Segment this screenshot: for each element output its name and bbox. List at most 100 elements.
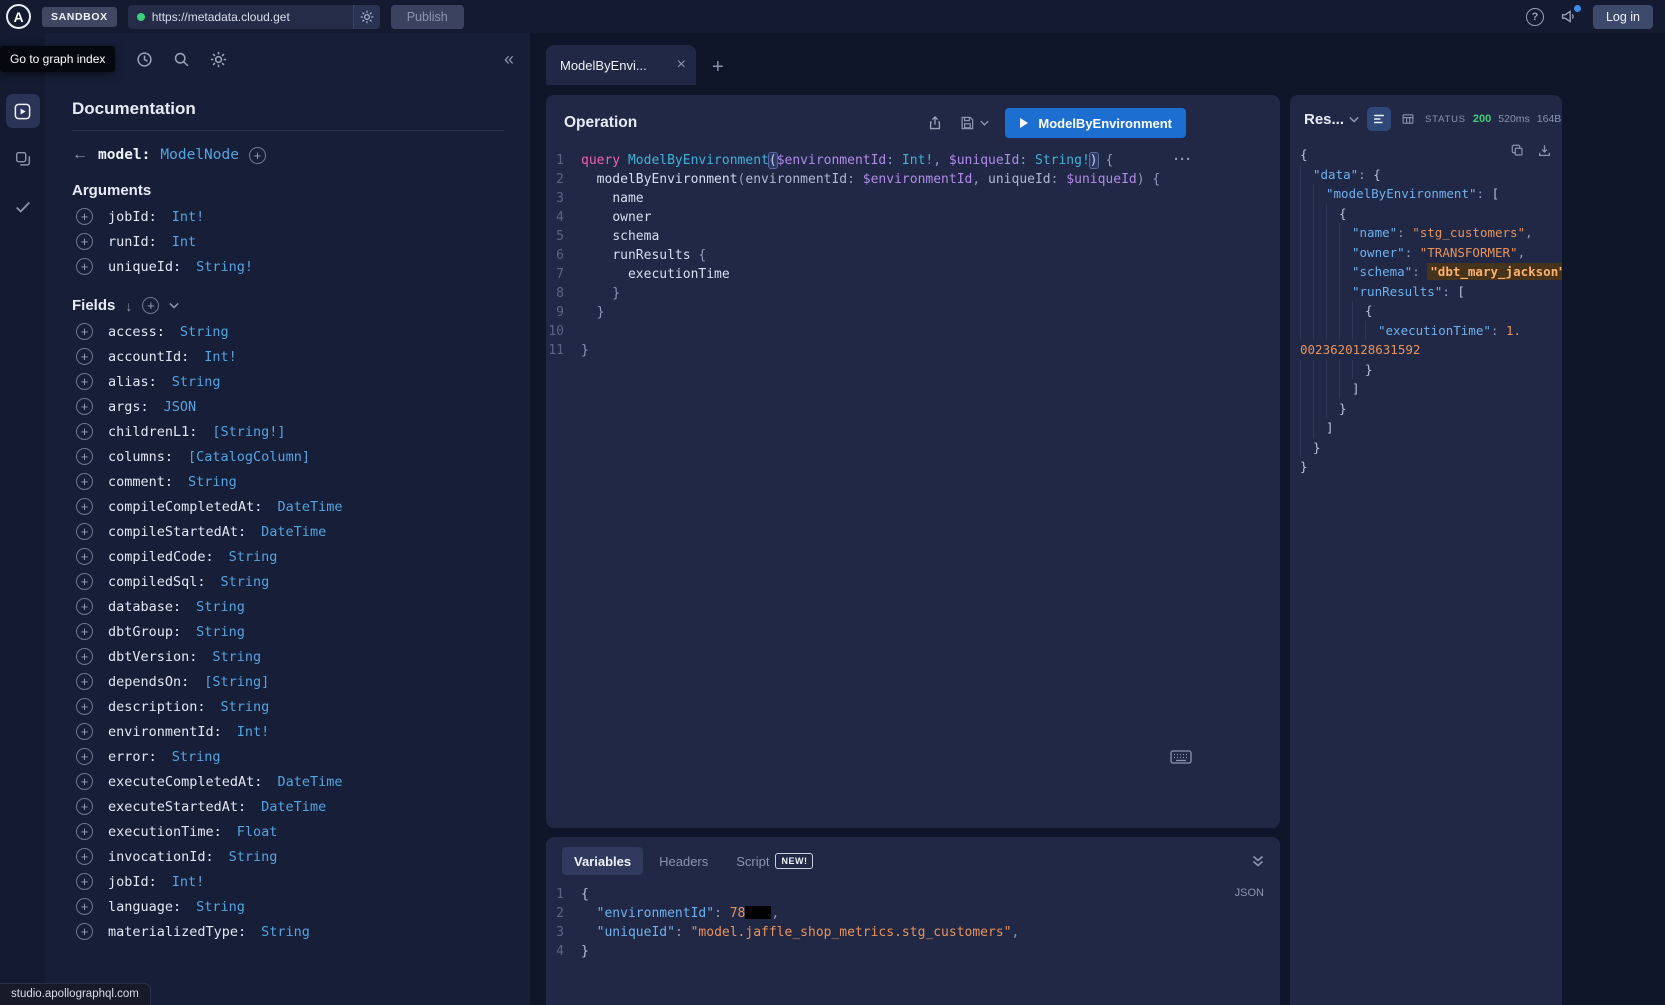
field-type[interactable]: [CatalogColumn] xyxy=(188,449,310,465)
save-operation-button[interactable] xyxy=(959,115,989,131)
doc-field-row[interactable]: +runId: Int xyxy=(72,229,504,254)
endpoint-input[interactable]: https://metadata.cloud.get xyxy=(128,5,380,29)
field-type[interactable]: JSON xyxy=(164,399,197,415)
collapse-variables-button[interactable] xyxy=(1252,855,1264,867)
doc-field-row[interactable]: +comment: String xyxy=(72,469,504,494)
doc-field-row[interactable]: +description: String xyxy=(72,694,504,719)
back-arrow-icon[interactable]: ← xyxy=(72,146,88,164)
doc-field-row[interactable]: +dbtGroup: String xyxy=(72,619,504,644)
sort-fields-button[interactable]: ↓ xyxy=(125,298,132,314)
field-type[interactable]: String! xyxy=(196,259,253,275)
collections-button[interactable] xyxy=(6,142,40,176)
doc-field-row[interactable]: +database: String xyxy=(72,594,504,619)
code-line[interactable]: 11} xyxy=(546,341,1280,360)
variables-editor[interactable]: JSON 1{2 "environmentId": 78,3 "uniqueId… xyxy=(546,881,1280,1005)
code-line[interactable]: 4} xyxy=(546,942,1280,961)
add-field-icon[interactable]: + xyxy=(76,773,93,790)
code-line[interactable]: 4 owner xyxy=(546,208,1280,227)
doc-field-row[interactable]: +compiledSql: String xyxy=(72,569,504,594)
code-line[interactable]: 2 "environmentId": 78, xyxy=(546,904,1280,923)
apollo-logo[interactable]: A xyxy=(6,4,31,29)
field-type[interactable]: Int! xyxy=(204,349,237,365)
doc-field-row[interactable]: +jobId: Int! xyxy=(72,204,504,229)
field-type[interactable]: Int! xyxy=(237,724,270,740)
field-type[interactable]: String xyxy=(196,624,245,640)
endpoint-settings-button[interactable] xyxy=(353,5,380,29)
doc-field-row[interactable]: +childrenL1: [String!] xyxy=(72,419,504,444)
code-line[interactable]: 3 name xyxy=(546,189,1280,208)
field-type[interactable]: String xyxy=(180,324,229,340)
doc-field-row[interactable]: +access: String xyxy=(72,319,504,344)
field-type[interactable]: Int! xyxy=(172,874,205,890)
add-field-icon[interactable]: + xyxy=(76,423,93,440)
field-type[interactable]: String xyxy=(196,899,245,915)
field-type[interactable]: DateTime xyxy=(261,524,326,540)
checklist-button[interactable] xyxy=(6,190,40,224)
add-field-icon[interactable]: + xyxy=(76,698,93,715)
field-type[interactable]: Int xyxy=(172,234,196,250)
publish-button[interactable]: Publish xyxy=(391,5,464,29)
tab-script[interactable]: ScriptNEW! xyxy=(724,847,825,875)
response-dropdown-button[interactable] xyxy=(1349,116,1359,123)
share-button[interactable] xyxy=(927,115,943,131)
history-button[interactable] xyxy=(136,51,153,68)
table-view-button[interactable] xyxy=(1396,107,1420,131)
add-field-icon[interactable]: + xyxy=(76,323,93,340)
doc-field-row[interactable]: +compileStartedAt: DateTime xyxy=(72,519,504,544)
doc-field-row[interactable]: +columns: [CatalogColumn] xyxy=(72,444,504,469)
field-type[interactable]: [String!] xyxy=(212,424,285,440)
add-field-icon[interactable]: + xyxy=(76,448,93,465)
add-field-icon[interactable]: + xyxy=(76,873,93,890)
doc-field-row[interactable]: +environmentId: Int! xyxy=(72,719,504,744)
add-all-fields-button[interactable]: + xyxy=(142,297,159,314)
code-line[interactable]: 10 xyxy=(546,322,1280,341)
tab-operation[interactable]: ModelByEnvi... × xyxy=(546,45,696,85)
endpoint-url[interactable]: https://metadata.cloud.get xyxy=(152,10,353,24)
doc-field-row[interactable]: +executeStartedAt: DateTime xyxy=(72,794,504,819)
add-field-icon[interactable]: + xyxy=(76,208,93,225)
add-field-icon[interactable]: + xyxy=(76,258,93,275)
doc-field-row[interactable]: +error: String xyxy=(72,744,504,769)
add-field-icon[interactable]: + xyxy=(76,398,93,415)
field-type[interactable]: String xyxy=(188,474,237,490)
add-field-icon[interactable]: + xyxy=(76,523,93,540)
code-line[interactable]: 9 } xyxy=(546,303,1280,322)
doc-field-row[interactable]: +dbtVersion: String xyxy=(72,644,504,669)
query-editor[interactable]: 1query ModelByEnvironment($environmentId… xyxy=(546,147,1280,828)
field-type[interactable]: String xyxy=(172,749,221,765)
add-field-icon[interactable]: + xyxy=(76,348,93,365)
help-button[interactable]: ? xyxy=(1526,8,1544,26)
announcements-button[interactable] xyxy=(1560,8,1577,25)
doc-field-row[interactable]: +executeCompletedAt: DateTime xyxy=(72,769,504,794)
doc-field-row[interactable]: +compileCompletedAt: DateTime xyxy=(72,494,504,519)
doc-field-row[interactable]: +compiledCode: String xyxy=(72,544,504,569)
close-tab-icon[interactable]: × xyxy=(677,57,686,73)
copy-response-button[interactable] xyxy=(1510,143,1525,158)
field-type[interactable]: String xyxy=(212,649,261,665)
add-field-icon[interactable]: + xyxy=(76,848,93,865)
settings-button[interactable] xyxy=(210,51,227,68)
doc-field-row[interactable]: +accountId: Int! xyxy=(72,344,504,369)
add-field-icon[interactable]: + xyxy=(76,373,93,390)
breadcrumb-type[interactable]: ModelNode xyxy=(160,147,239,163)
add-field-icon[interactable]: + xyxy=(76,748,93,765)
operations-tab-button[interactable] xyxy=(6,94,40,128)
doc-field-row[interactable]: +args: JSON xyxy=(72,394,504,419)
field-type[interactable]: String xyxy=(261,924,310,940)
add-field-icon[interactable]: + xyxy=(76,233,93,250)
doc-field-row[interactable]: +executionTime: Float xyxy=(72,819,504,844)
run-operation-button[interactable]: ModelByEnvironment xyxy=(1005,108,1186,138)
add-field-icon[interactable]: + xyxy=(76,598,93,615)
code-line[interactable]: 1query ModelByEnvironment($environmentId… xyxy=(546,151,1280,170)
tab-variables[interactable]: Variables xyxy=(562,847,643,875)
field-type[interactable]: Float xyxy=(237,824,278,840)
tree-view-button[interactable] xyxy=(1367,107,1391,131)
add-field-icon[interactable]: + xyxy=(76,823,93,840)
keyboard-shortcuts-icon[interactable] xyxy=(1170,750,1192,764)
download-response-button[interactable] xyxy=(1537,143,1552,158)
search-button[interactable] xyxy=(173,51,190,68)
doc-field-row[interactable]: +dependsOn: [String] xyxy=(72,669,504,694)
add-field-icon[interactable]: + xyxy=(76,648,93,665)
add-field-icon[interactable]: + xyxy=(76,673,93,690)
field-type[interactable]: DateTime xyxy=(261,799,326,815)
